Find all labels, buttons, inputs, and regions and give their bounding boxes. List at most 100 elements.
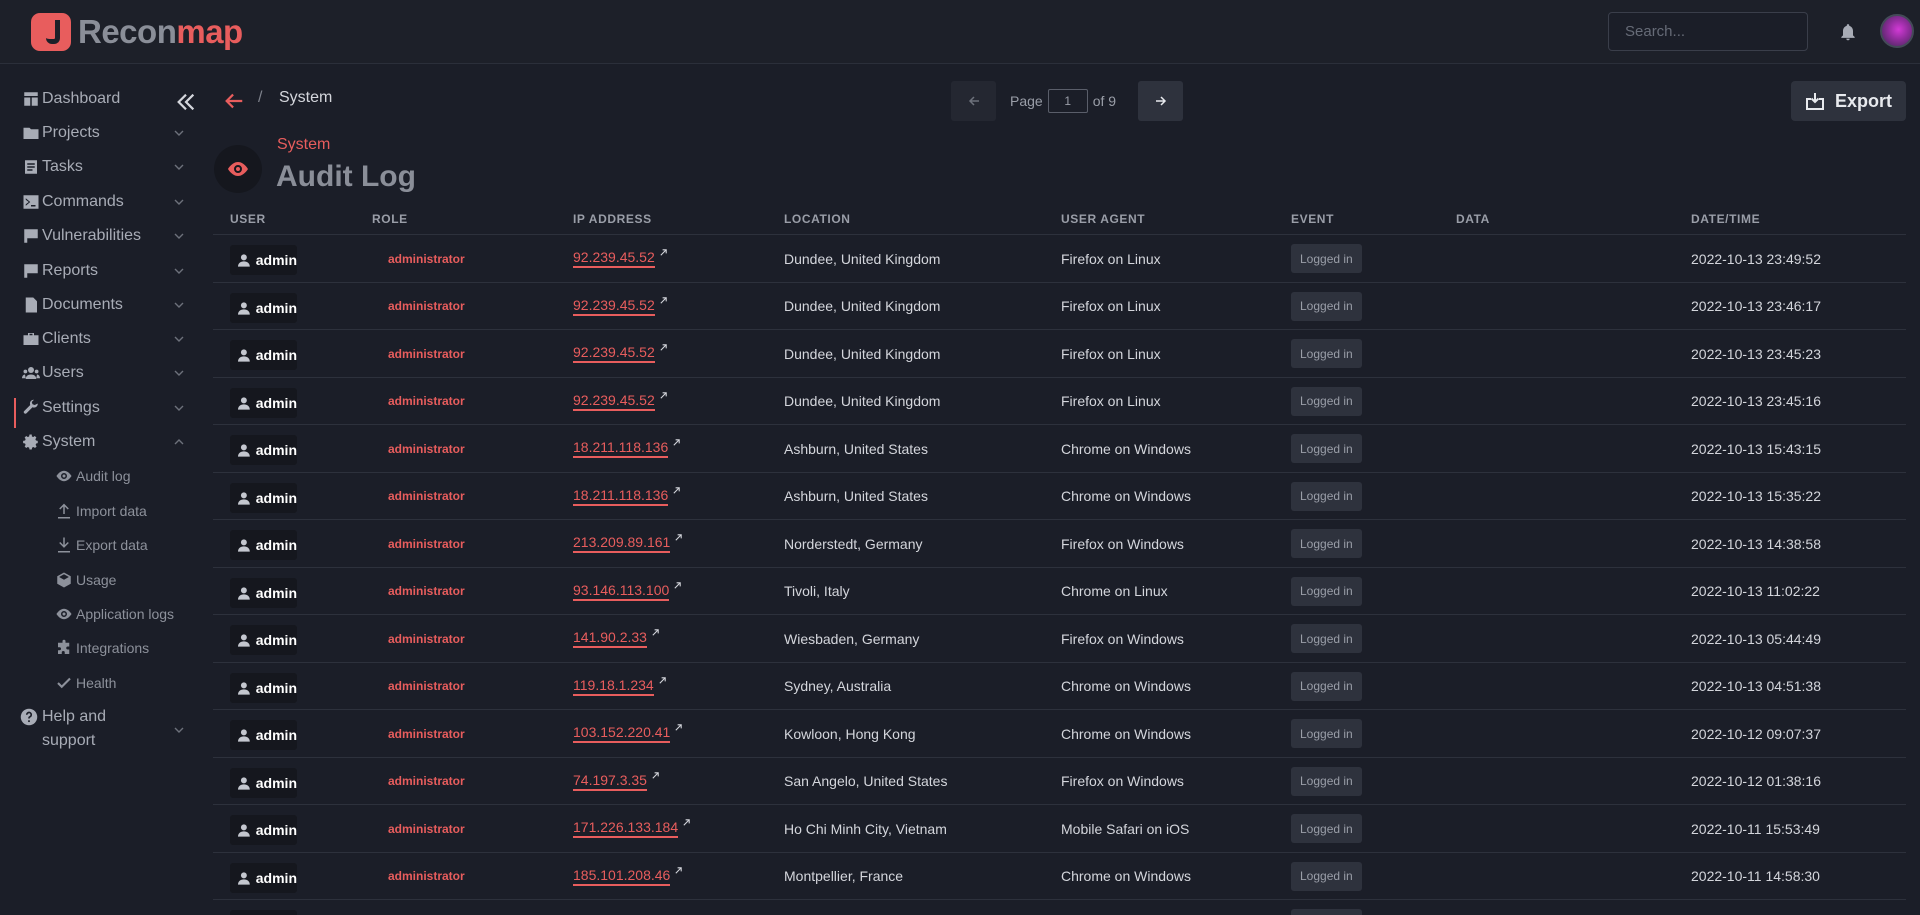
user-chip[interactable]: admin (230, 862, 297, 893)
external-link-icon[interactable] (674, 866, 683, 875)
ip-address-link[interactable]: 171.226.133.184 (573, 819, 679, 838)
user-chip[interactable]: admin (230, 672, 297, 703)
user-avatar[interactable] (1880, 14, 1914, 48)
role-label: administrator (388, 346, 465, 361)
table-row[interactable]: admin administrator 92.239.45.52 Dundee, Un… (213, 283, 1906, 330)
table-row[interactable]: admin administrator 185.101.208.46 Montpell… (213, 853, 1906, 900)
column-header-event[interactable]: EVENT (1291, 212, 1334, 226)
user-chip[interactable]: admin (230, 815, 297, 845)
sidebar-subitem-usage[interactable]: Usage (52, 569, 116, 591)
ip-address-link[interactable]: 213.209.89.161 (573, 534, 671, 553)
table-row[interactable]: admin administrator 103.152.220.41 Kowloon,… (213, 710, 1906, 758)
sidebar-subitem-audit-log[interactable]: Audit log (52, 465, 130, 487)
external-link-icon[interactable] (672, 438, 681, 447)
user-name: admin (255, 299, 297, 316)
table-row[interactable]: admin administrator 119.18.1.234 Sydney, Au… (213, 663, 1906, 710)
search-input[interactable] (1608, 12, 1808, 51)
column-header-user-agent[interactable]: USER AGENT (1061, 212, 1145, 226)
ip-address-link[interactable]: 119.18.1.234 (573, 677, 654, 696)
user-chip[interactable]: admin (230, 767, 297, 798)
external-link-icon[interactable] (659, 248, 668, 257)
external-link-icon[interactable] (682, 818, 691, 827)
column-header-data[interactable]: DATA (1456, 212, 1490, 226)
table-row[interactable]: admin administrator 171.226.133.184 Ho Chi … (213, 805, 1906, 853)
sidebar-item-documents[interactable]: Documents (20, 292, 184, 318)
table-row[interactable]: admin administrator 141.90.2.33 Wiesbaden, … (213, 615, 1906, 663)
previous-page-button[interactable] (951, 81, 996, 121)
sidebar-item-dashboard[interactable]: Dashboard (20, 86, 184, 112)
ip-address-link[interactable]: 18.211.118.136 (573, 487, 669, 506)
external-link-icon[interactable] (659, 343, 668, 352)
external-link-icon[interactable] (674, 723, 683, 732)
sidebar-item-tasks[interactable]: Tasks (20, 154, 184, 180)
user-chip[interactable]: admin (230, 530, 297, 560)
ip-address-link[interactable]: 74.197.3.35 (573, 772, 647, 791)
sidebar-item-users[interactable]: Users (20, 360, 184, 386)
notifications-bell-icon[interactable] (1838, 22, 1858, 42)
sidebar-item-clients[interactable]: Clients (20, 326, 184, 352)
user-chip[interactable]: admin (230, 292, 297, 323)
table-row[interactable]: admin administrator 213.209.89.161 Norderst… (213, 520, 1906, 568)
page-number-input[interactable] (1047, 89, 1088, 113)
export-button[interactable]: Export (1791, 81, 1906, 121)
back-arrow-icon[interactable] (222, 90, 246, 112)
external-link-icon[interactable] (673, 581, 682, 590)
table-row[interactable]: admin administrator 18.211.118.136 Ashburn,… (213, 425, 1906, 473)
sidebar-item-system[interactable]: System (20, 429, 184, 455)
sidebar-subitem-integrations[interactable]: Integrations (52, 637, 149, 659)
user-chip[interactable]: admin (230, 910, 297, 915)
user-chip[interactable]: admin (230, 435, 297, 465)
column-header-user[interactable]: USER (230, 212, 266, 226)
external-link-icon[interactable] (674, 533, 683, 542)
ip-address-link[interactable]: 185.101.208.46 (573, 867, 671, 886)
table-row[interactable]: admin administrator 18.211.118.136 Ashburn,… (213, 473, 1906, 520)
sidebar-item-vulnerabilities[interactable]: Vulnerabilities (20, 223, 184, 249)
column-header-location[interactable]: LOCATION (784, 212, 851, 226)
sidebar-item-reports[interactable]: Reports (20, 258, 184, 284)
sidebar-item-help[interactable]: Help and support (20, 705, 184, 753)
ip-address-link[interactable]: 92.239.45.52 (573, 392, 655, 411)
external-link-icon[interactable] (659, 391, 668, 400)
table-row[interactable]: admin administrator 74.197.3.35 San Angelo,… (213, 758, 1906, 805)
external-link-icon[interactable] (658, 676, 667, 685)
external-link-icon[interactable] (651, 771, 660, 780)
table-row[interactable]: admin administrator 92.239.45.52 Dundee, Un… (213, 378, 1906, 425)
event-badge: Logged in (1291, 481, 1362, 511)
ip-address-link[interactable]: 18.211.118.136 (573, 439, 669, 458)
ip-address-link[interactable]: 92.239.45.52 (573, 297, 655, 316)
app-logo[interactable]: Reconmap (31, 13, 243, 51)
user-chip[interactable]: admin (230, 387, 297, 418)
external-link-icon[interactable] (651, 628, 660, 637)
user-chip[interactable]: admin (230, 340, 297, 370)
user-chip[interactable]: admin (230, 577, 297, 608)
sidebar-subitem-import-data[interactable]: Import data (52, 500, 147, 522)
ip-address-link[interactable]: 92.239.45.52 (573, 344, 655, 363)
event-badge: Logged in (1291, 339, 1362, 368)
breadcrumb-separator: / (258, 89, 263, 106)
user-chip[interactable]: admin (230, 625, 297, 655)
external-link-icon[interactable] (672, 486, 681, 495)
sidebar-item-commands[interactable]: Commands (20, 189, 184, 215)
sidebar-subitem-application-logs[interactable]: Application logs (52, 603, 174, 625)
column-header-datetime[interactable]: DATE/TIME (1691, 212, 1760, 226)
next-page-button[interactable] (1138, 81, 1184, 121)
ip-address-link[interactable]: 92.239.45.52 (573, 249, 655, 268)
sidebar-item-projects[interactable]: Projects (20, 120, 184, 146)
sidebar-subitem-health[interactable]: Health (52, 672, 116, 694)
user-chip[interactable]: admin (230, 720, 297, 750)
sidebar-subitem-export-data[interactable]: Export data (52, 534, 148, 556)
sidebar-item-settings[interactable]: Settings (20, 395, 184, 421)
table-row[interactable]: admin administrator 93.146.113.100 Tivoli, … (213, 568, 1906, 615)
user-chip[interactable]: admin (230, 482, 297, 513)
upload-icon (52, 501, 76, 521)
ip-address-link[interactable]: 103.152.220.41 (573, 724, 671, 743)
table-row[interactable]: admin administrator 92.239.45.52 Dundee, Un… (213, 235, 1906, 283)
external-link-icon[interactable] (659, 296, 668, 305)
user-chip[interactable]: admin (230, 245, 297, 275)
column-header-role[interactable]: ROLE (372, 212, 408, 226)
table-row[interactable]: admin administrator 92.239.45.52 Dundee, Un… (213, 330, 1906, 378)
ip-address-link[interactable]: 93.146.113.100 (573, 582, 670, 601)
ip-address-link[interactable]: 141.90.2.33 (573, 629, 647, 648)
column-header-ip-address[interactable]: IP ADDRESS (573, 212, 652, 226)
table-row[interactable]: adminadministratorLogged in (213, 900, 1906, 915)
